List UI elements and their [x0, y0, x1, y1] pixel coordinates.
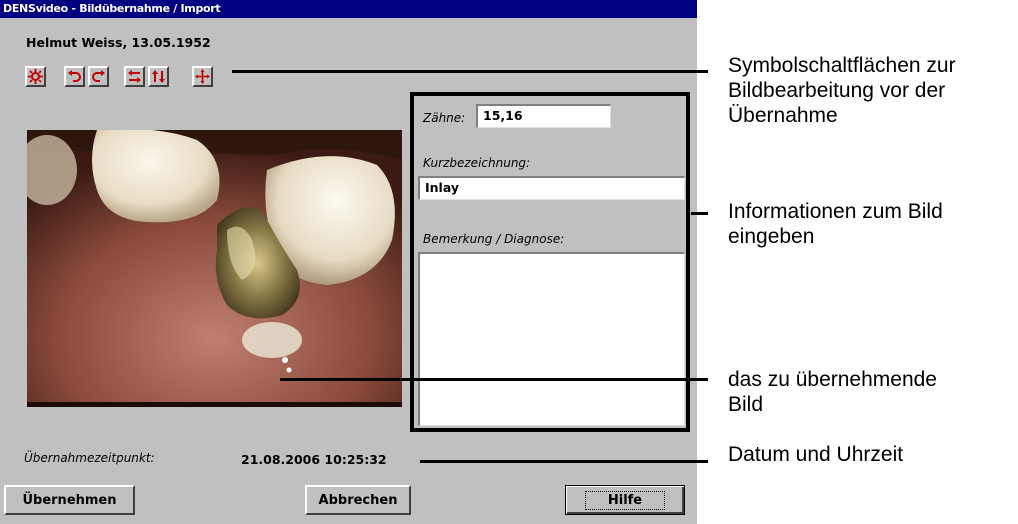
callout-line-toolbar [232, 70, 708, 73]
move-button[interactable] [192, 66, 213, 87]
callout-datetime: Datum und Uhrzeit [728, 443, 904, 466]
rotate-right-icon [92, 70, 105, 82]
short-label: Kurzbezeichnung: [423, 156, 531, 170]
remark-textarea[interactable] [418, 252, 685, 426]
flip-horizontal-button[interactable] [124, 66, 145, 87]
rotate-left-icon [68, 70, 81, 82]
callout-info: Informationen zum Bild eingeben [728, 200, 943, 248]
rotate-right-button[interactable] [88, 66, 109, 87]
imported-image [27, 130, 402, 407]
import-dialog: DENSvideo - Bildübernahme / Import Helmu… [0, 0, 697, 524]
timestamp-label: Übernahmezeitpunkt: [24, 451, 155, 465]
cancel-button[interactable]: Abbrechen [305, 485, 411, 515]
callout-line-image [280, 378, 708, 381]
move-icon [195, 69, 210, 84]
help-button[interactable]: Hilfe [565, 485, 685, 515]
teeth-input[interactable]: 15,16 [476, 104, 611, 128]
flip-vertical-icon [152, 70, 165, 83]
remark-label: Bemerkung / Diagnose: [423, 232, 565, 246]
teeth-label: Zähne: [423, 111, 466, 125]
brightness-icon [28, 69, 43, 84]
flip-vertical-button[interactable] [148, 66, 169, 87]
timestamp-value: 21.08.2006 10:25:32 [241, 452, 387, 467]
callout-line-info [691, 212, 708, 215]
brightness-button[interactable] [25, 66, 46, 87]
callout-line-datetime [420, 460, 708, 463]
callout-image: das zu übernehmende Bild [728, 368, 937, 416]
short-description-input[interactable]: Inlay [418, 176, 685, 200]
accept-button[interactable]: Übernehmen [4, 485, 135, 515]
patient-info: Helmut Weiss, 13.05.1952 [26, 35, 211, 50]
callout-toolbar: Symbolschaltflächen zur Bildbearbeitung … [728, 54, 956, 127]
window-title: DENSvideo - Bildübernahme / Import [0, 0, 697, 18]
rotate-left-button[interactable] [64, 66, 85, 87]
flip-horizontal-icon [128, 70, 141, 83]
